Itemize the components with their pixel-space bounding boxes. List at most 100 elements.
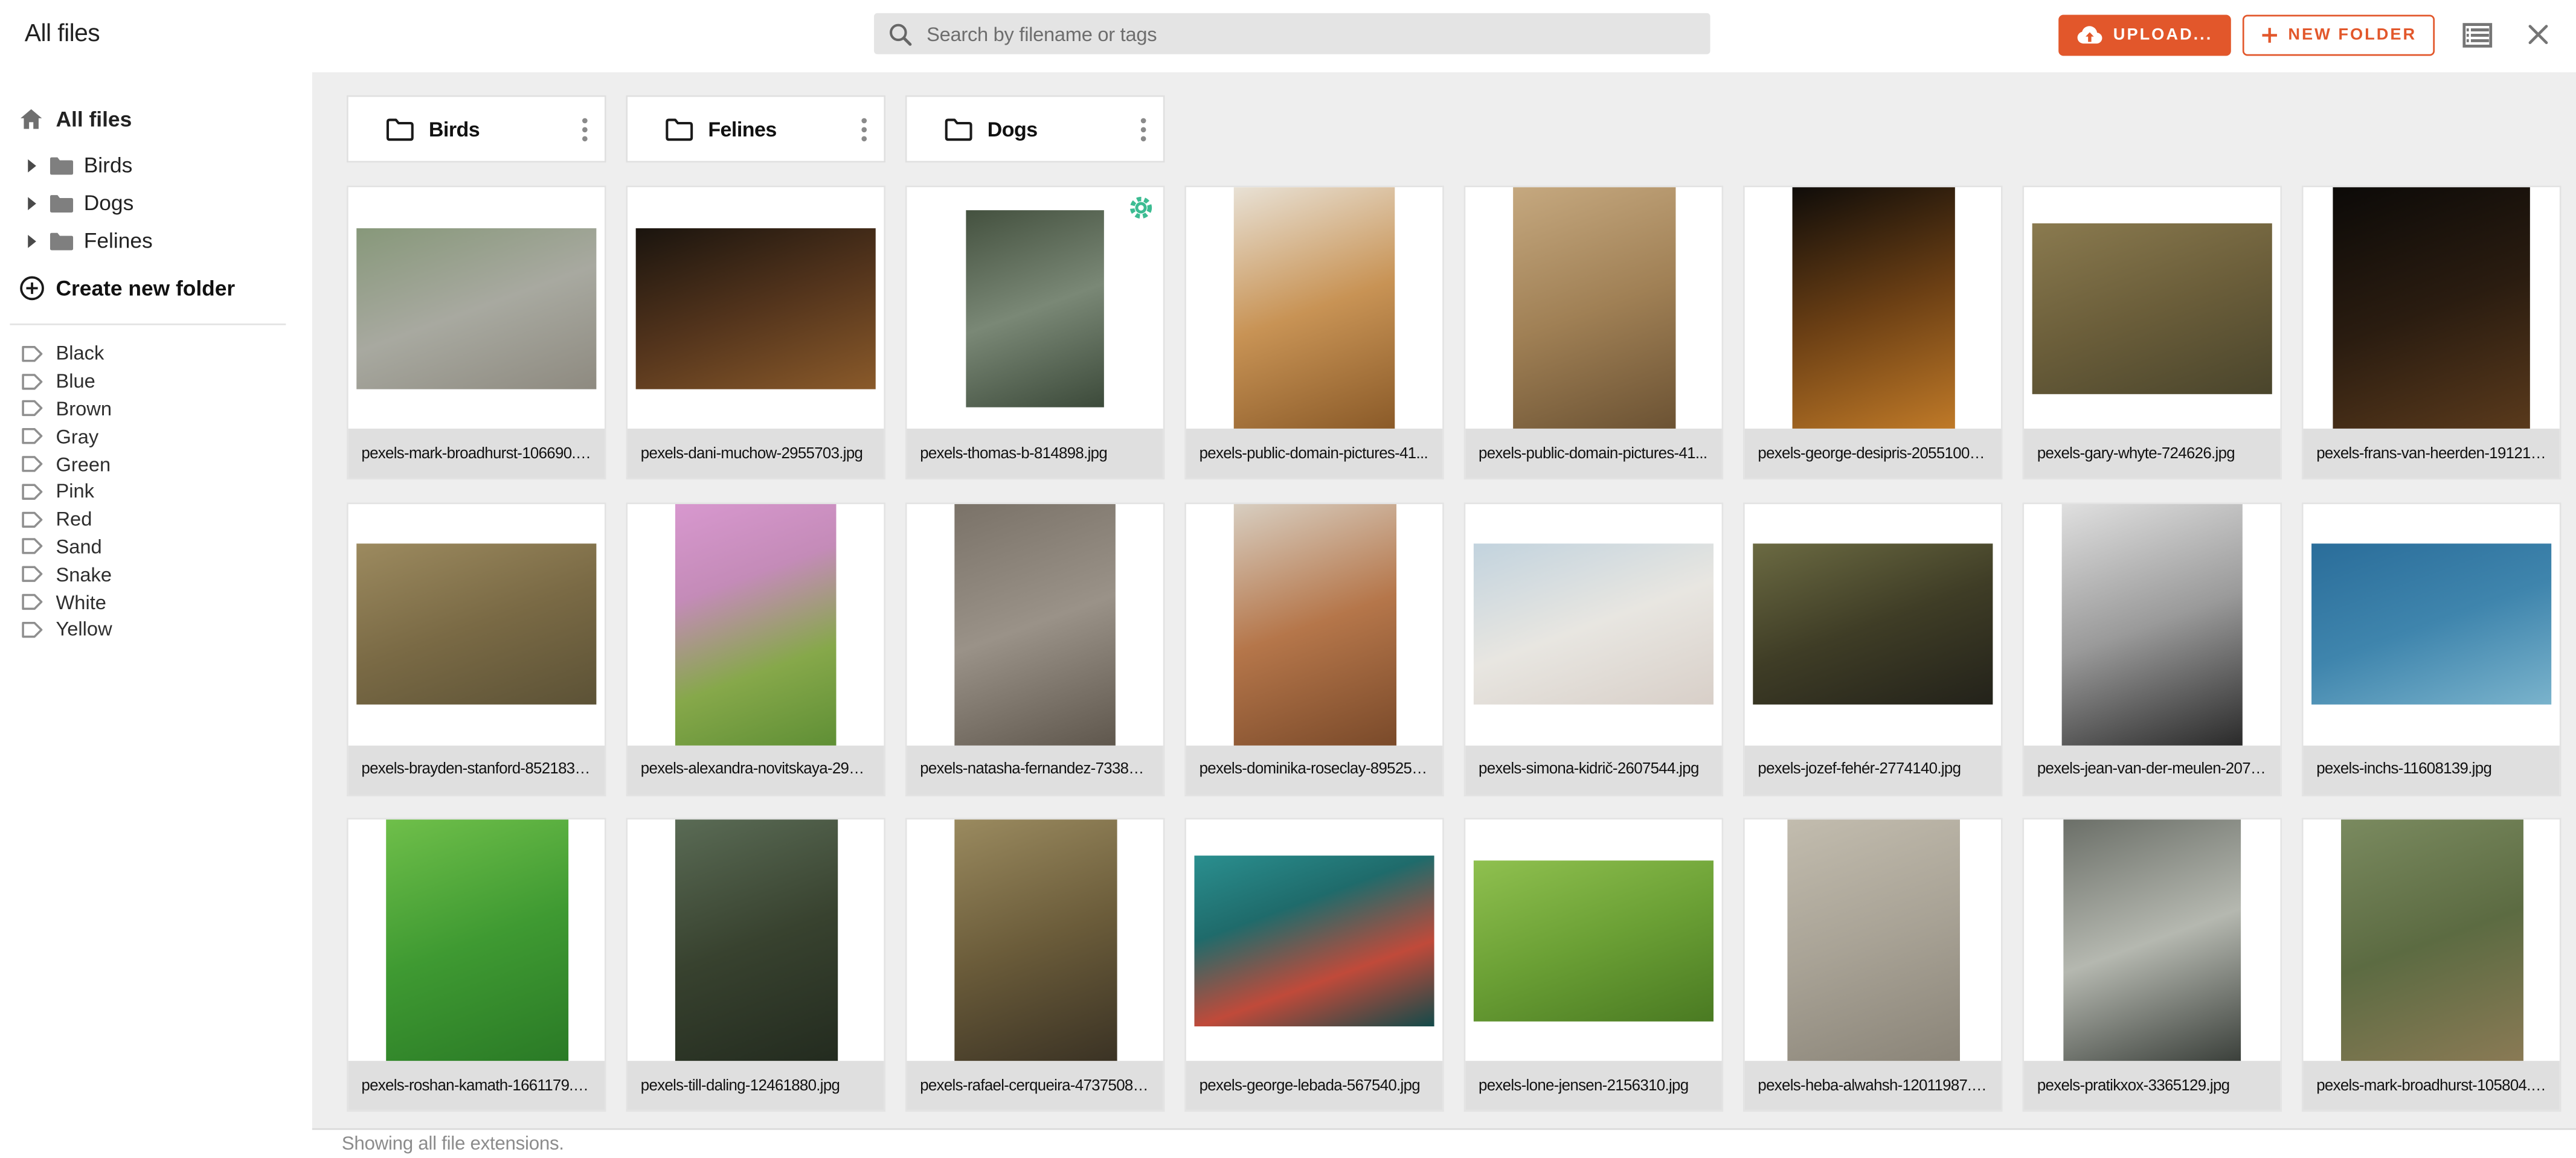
sidebar-tag-yellow[interactable]: Yellow xyxy=(0,616,312,644)
tag-icon xyxy=(21,400,42,418)
status-text: Showing all file extensions. xyxy=(342,1134,564,1154)
sidebar-tag-pink[interactable]: Pink xyxy=(0,478,312,505)
sidebar-tag-white[interactable]: White xyxy=(0,588,312,616)
tag-label: Brown xyxy=(56,397,112,420)
thumbnail-area xyxy=(1745,504,2001,745)
file-card[interactable]: pexels-frans-van-heerden-191217... xyxy=(2302,185,2562,479)
caret-right-icon[interactable] xyxy=(28,196,36,210)
folder-icon xyxy=(50,155,74,175)
search-input[interactable] xyxy=(923,21,1695,47)
file-footer: pexels-rafael-cerqueira-4737508.jpg xyxy=(907,1061,1163,1110)
file-card[interactable]: pexels-lone-jensen-2156310.jpg xyxy=(1464,818,1724,1112)
kebab-menu-icon[interactable] xyxy=(582,116,588,142)
file-card[interactable]: pexels-mark-broadhurst-105804.jpg xyxy=(2302,818,2562,1112)
file-card[interactable]: pexels-mark-broadhurst-106690.jpg xyxy=(347,185,606,479)
sidebar-tag-red[interactable]: Red xyxy=(0,505,312,533)
tag-icon xyxy=(21,510,42,528)
sidebar-tag-brown[interactable]: Brown xyxy=(0,395,312,423)
file-footer: pexels-public-domain-pictures-41... xyxy=(1186,429,1442,478)
sidebar-tag-snake[interactable]: Snake xyxy=(0,561,312,589)
sidebar-tag-black[interactable]: Black xyxy=(0,340,312,368)
tag-icon xyxy=(21,565,42,583)
list-view-button[interactable] xyxy=(2459,19,2496,50)
sidebar-tag-sand[interactable]: Sand xyxy=(0,533,312,561)
create-new-folder-button[interactable]: Create new folder xyxy=(0,269,312,305)
file-card[interactable]: pexels-dani-muchow-2955703.jpg xyxy=(626,185,885,479)
file-thumbnail xyxy=(675,819,837,1061)
header: All files UPLOAD... NEW FOLDER xyxy=(0,0,2576,72)
file-card[interactable]: pexels-george-desipris-2055100.jpg xyxy=(1743,185,2003,479)
file-name: pexels-alexandra-novitskaya-2951... xyxy=(641,760,871,778)
file-name: pexels-public-domain-pictures-41... xyxy=(1479,444,1709,462)
tag-label: Green xyxy=(56,453,111,476)
file-card[interactable]: pexels-george-lebada-567540.jpg xyxy=(1184,818,1444,1112)
search-box[interactable] xyxy=(874,13,1710,54)
file-name: pexels-public-domain-pictures-41... xyxy=(1200,444,1430,462)
file-card[interactable]: pexels-jean-van-der-meulen-2078... xyxy=(2022,502,2282,796)
file-name: pexels-lone-jensen-2156310.jpg xyxy=(1479,1076,1709,1095)
file-card[interactable]: pexels-heba-alwahsh-12011987.jpg xyxy=(1743,818,2003,1112)
thumbnail-area xyxy=(628,187,884,429)
create-folder-label: Create new folder xyxy=(56,275,235,300)
sidebar-item-all-files[interactable]: All files xyxy=(0,100,312,136)
folder-icon xyxy=(50,231,74,251)
upload-label: UPLOAD... xyxy=(2113,25,2212,43)
folder-card-dogs[interactable]: Dogs xyxy=(905,95,1165,163)
thumbnail-area xyxy=(2024,187,2280,429)
file-card[interactable]: pexels-till-daling-12461880.jpg xyxy=(626,818,885,1112)
folder-card-felines[interactable]: Felines xyxy=(626,95,885,163)
file-name: pexels-brayden-stanford-8521834.... xyxy=(361,760,591,778)
file-thumbnail xyxy=(954,819,1116,1061)
folder-tree: Birds Dogs Felines xyxy=(0,146,312,260)
file-card[interactable]: pexels-simona-kidrič-2607544.jpg xyxy=(1464,502,1724,796)
file-card[interactable]: pexels-brayden-stanford-8521834.... xyxy=(347,502,606,796)
thumbnail-area xyxy=(1465,187,1721,429)
folder-card-name: Felines xyxy=(708,117,846,140)
file-thumbnail xyxy=(1791,187,1954,429)
tag-icon xyxy=(21,373,42,391)
file-card[interactable]: pexels-natasha-fernandez-733835... xyxy=(905,502,1165,796)
sidebar-tag-gray[interactable]: Gray xyxy=(0,423,312,450)
new-folder-button[interactable]: NEW FOLDER xyxy=(2242,14,2435,55)
thumbnail-area xyxy=(348,504,605,745)
folder-card-birds[interactable]: Birds xyxy=(347,95,606,163)
file-card[interactable]: pexels-pratikxox-3365129.jpg xyxy=(2022,818,2282,1112)
file-card[interactable]: pexels-inchs-11608139.jpg xyxy=(2302,502,2562,796)
file-card[interactable]: pexels-gary-whyte-724626.jpg xyxy=(2022,185,2282,479)
sidebar-folder-birds[interactable]: Birds xyxy=(0,146,312,184)
upload-button[interactable]: UPLOAD... xyxy=(2059,14,2231,55)
file-card[interactable]: pexels-rafael-cerqueira-4737508.jpg xyxy=(905,818,1165,1112)
tag-label: Red xyxy=(56,508,92,531)
caret-right-icon[interactable] xyxy=(28,234,36,248)
tag-label: Blue xyxy=(56,370,95,393)
sidebar-root-label: All files xyxy=(56,106,132,130)
file-thumbnail xyxy=(1753,543,1993,705)
file-card[interactable]: pexels-roshan-kamath-1661179.jpg xyxy=(347,818,606,1112)
file-thumbnail xyxy=(1233,504,1395,745)
file-card[interactable]: pexels-public-domain-pictures-41... xyxy=(1464,185,1724,479)
circle-plus-icon xyxy=(20,275,45,300)
tag-label: Pink xyxy=(56,480,94,503)
file-footer: pexels-thomas-b-814898.jpg xyxy=(907,429,1163,478)
sidebar-folder-dogs[interactable]: Dogs xyxy=(0,184,312,222)
close-button[interactable] xyxy=(2523,20,2553,50)
file-name: pexels-thomas-b-814898.jpg xyxy=(920,444,1150,462)
kebab-menu-icon[interactable] xyxy=(1140,116,1147,142)
file-card[interactable]: pexels-thomas-b-814898.jpg xyxy=(905,185,1165,479)
sidebar-tag-green[interactable]: Green xyxy=(0,450,312,478)
file-card[interactable]: pexels-alexandra-novitskaya-2951... xyxy=(626,502,885,796)
file-card[interactable]: pexels-public-domain-pictures-41... xyxy=(1184,185,1444,479)
tag-label: Gray xyxy=(56,425,98,448)
sidebar-folder-felines[interactable]: Felines xyxy=(0,222,312,260)
sidebar-divider xyxy=(10,324,286,325)
sidebar-tag-blue[interactable]: Blue xyxy=(0,368,312,395)
file-card[interactable]: pexels-jozef-fehér-2774140.jpg xyxy=(1743,502,2003,796)
file-footer: pexels-mark-broadhurst-105804.jpg xyxy=(2303,1061,2559,1110)
kebab-menu-icon[interactable] xyxy=(861,116,867,142)
file-card[interactable]: pexels-dominika-roseclay-895259.... xyxy=(1184,502,1444,796)
caret-right-icon[interactable] xyxy=(28,158,36,171)
file-thumbnail xyxy=(2311,543,2551,705)
file-name: pexels-natasha-fernandez-733835... xyxy=(920,760,1150,778)
folder-outline-icon xyxy=(666,117,693,140)
file-name: pexels-jean-van-der-meulen-2078... xyxy=(2037,760,2267,778)
